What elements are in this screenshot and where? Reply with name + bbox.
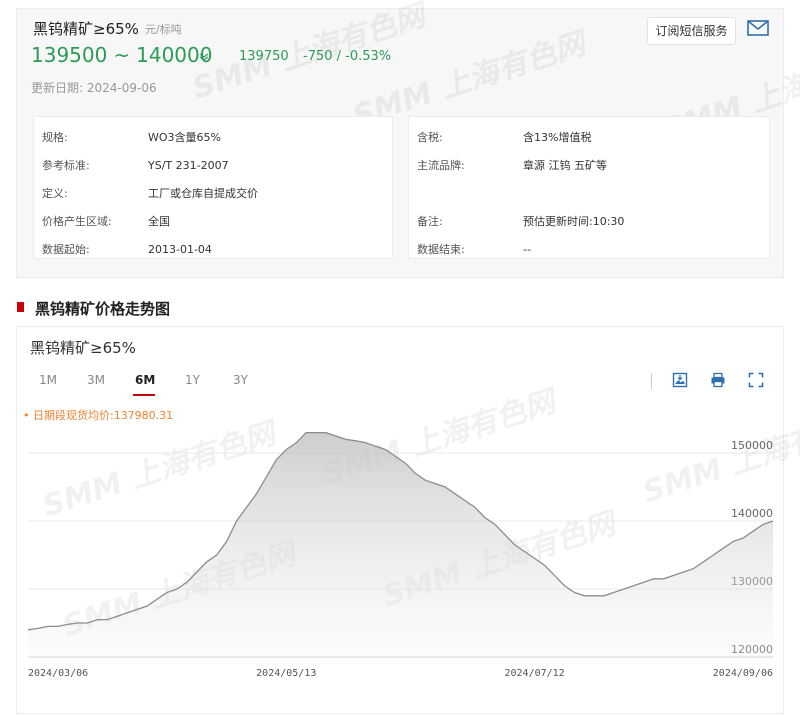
price-range: 139500 ~140000 (31, 43, 212, 67)
spec-row: 备注: 预估更新时间:10:30 (409, 208, 769, 236)
spec-key: 规格: (42, 131, 68, 144)
x-tick-label: 2024/05/13 (256, 668, 316, 679)
spec-key: 参考标准: (42, 159, 90, 172)
price-separator: ~ (113, 43, 131, 67)
spec-key: 数据起始: (42, 243, 90, 256)
price-area-chart: 1200001300001400001500002024/03/062024/0… (27, 431, 774, 679)
update-date: 更新日期: 2024-09-06 (31, 79, 157, 96)
price-unit: 元/标吨 (145, 23, 182, 36)
price-low: 139500 (31, 43, 108, 67)
spec-value: YS/T 231-2007 (148, 159, 229, 172)
series-area (28, 432, 773, 657)
price-chart-card: 黑钨精矿≥65% 1M 3M 6M 1Y 3Y • 日期段现货均价:137980.31 … (16, 326, 800, 714)
spec-value: WO3含量65% (148, 131, 221, 144)
x-tick-label: 2024/07/12 (504, 668, 564, 679)
price-summary-card: SMM 上海有色网 SMM 上海有色网 SMM 上海有色网 黑钨精矿≥65% 元… (16, 0, 800, 278)
x-tick-label: 2024/03/06 (28, 668, 88, 679)
section-title: 黑钨精矿价格走势图 (35, 300, 171, 318)
spec-row: 价格产生区域: 全国 (34, 208, 392, 236)
spec-row: 规格: WO3含量65% (34, 124, 392, 152)
spec-key: 主流品牌: (417, 159, 465, 172)
spec-value: 2013-01-04 (148, 243, 212, 256)
section-marker (17, 302, 24, 312)
spec-table-left: 规格: WO3含量65% 参考标准: YS/T 231-2007 定义: 工厂或仓库自提成… (33, 116, 393, 259)
spec-row: 含税: 含13%增值税 (409, 124, 769, 152)
product-name: 黑钨精矿≥65% (33, 20, 139, 38)
x-tick-label: 2024/09/06 (713, 668, 773, 679)
spec-value: 工厂或仓库自提成交价 (148, 187, 258, 200)
spec-value: 含13%增值税 (523, 131, 592, 144)
spec-row: 参考标准: YS/T 231-2007 (34, 152, 392, 180)
spec-row: 主流品牌: 章源 江钨 五矿等 (409, 152, 769, 180)
spec-key: 含税: (417, 131, 443, 144)
spec-value: 预估更新时间:10:30 (523, 215, 625, 228)
spec-row: 数据起始: 2013-01-04 (34, 236, 392, 264)
update-date-value: 2024-09-06 (86, 81, 157, 95)
mail-icon[interactable] (746, 18, 770, 38)
spec-key: 数据结束: (417, 243, 465, 256)
spec-row: 定义: 工厂或仓库自提成交价 (34, 180, 392, 208)
spec-row: 数据结束: -- (409, 236, 769, 264)
spec-key: 备注: (417, 215, 443, 228)
average-price: 139750 (239, 49, 289, 64)
chevron-down-icon (199, 53, 209, 64)
spec-key: 定义: (42, 187, 68, 200)
y-tick-label: 140000 (731, 507, 773, 520)
spec-value: 全国 (148, 215, 170, 228)
subscribe-sms-button[interactable]: 订阅短信服务 (647, 17, 736, 45)
price-change: -750 / -0.53% (303, 49, 392, 64)
spec-key: 价格产生区域: (42, 215, 112, 228)
spec-table-right: 含税: 含13%增值税主流品牌: 章源 江钨 五矿等备注: 预估更新时间:10:30 数… (408, 116, 770, 259)
update-date-label: 更新日期: (31, 81, 84, 95)
spec-value: -- (523, 243, 531, 256)
y-tick-label: 150000 (731, 439, 773, 452)
spec-value: 章源 江钨 五矿等 (523, 159, 607, 172)
